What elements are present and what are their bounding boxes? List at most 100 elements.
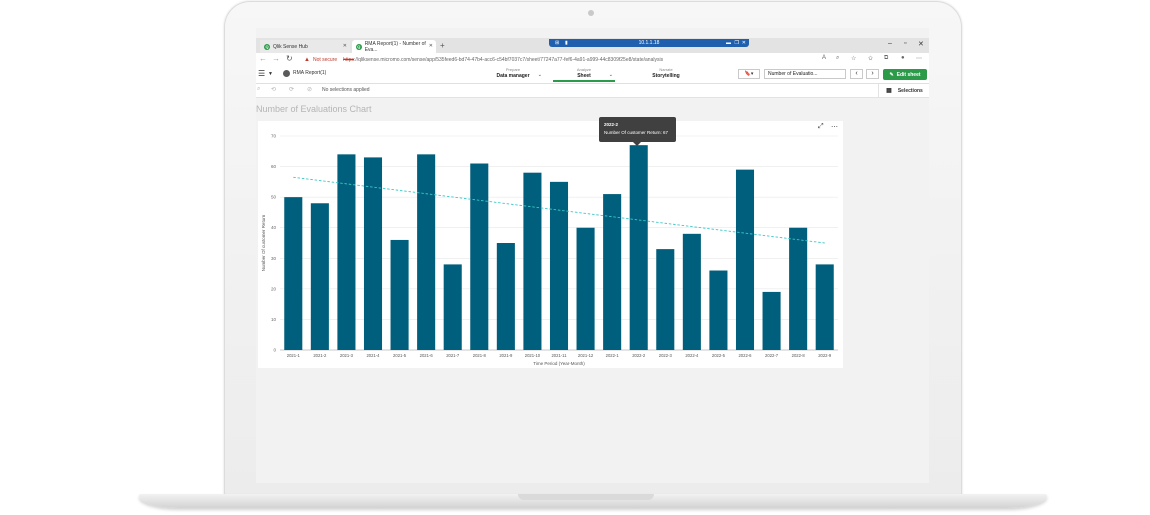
minimize-icon[interactable]: – bbox=[888, 40, 892, 47]
reload-icon[interactable]: ↻ bbox=[286, 54, 293, 63]
bar[interactable] bbox=[682, 233, 701, 350]
zoom-icon[interactable]: ⌕ bbox=[836, 55, 839, 62]
app-title: RMA Report(1) bbox=[293, 70, 327, 76]
bar[interactable] bbox=[496, 243, 515, 350]
qlik-toolbar: ☰ ▼ RMA Report(1) Prepare Data manager ⌄… bbox=[256, 66, 929, 84]
close-icon[interactable]: ✕ bbox=[742, 40, 746, 46]
y-tick-label: 20 bbox=[271, 286, 277, 291]
x-tick-label: 2021-2 bbox=[313, 353, 327, 358]
edit-sheet-label: Edit sheet bbox=[896, 71, 921, 78]
x-tick-label: 2021-6 bbox=[420, 353, 434, 358]
bar[interactable] bbox=[443, 264, 462, 350]
bar[interactable] bbox=[789, 227, 808, 350]
not-secure-label: Not secure bbox=[312, 56, 338, 63]
bookmark-button[interactable]: 🔖▾ bbox=[738, 69, 760, 79]
x-tick-label: 2021-7 bbox=[446, 353, 460, 358]
edit-sheet-button[interactable]: ✎ Edit sheet bbox=[883, 69, 927, 80]
maximize-icon[interactable]: ▫ bbox=[904, 40, 906, 47]
x-axis-title: Time Period (Year-Month) bbox=[533, 361, 585, 366]
restore-icon[interactable]: ❐ bbox=[735, 40, 739, 46]
x-tick-label: 2021-5 bbox=[393, 353, 407, 358]
favorites-icon[interactable]: ✩ bbox=[868, 55, 873, 62]
x-tick-label: 2021-9 bbox=[499, 353, 513, 358]
x-tick-label: 2021-10 bbox=[525, 353, 541, 358]
favorite-icon[interactable]: ☆ bbox=[851, 55, 856, 62]
x-tick-label: 2021-1 bbox=[287, 353, 301, 358]
sheet-select-label: Number of Evaluatio... bbox=[768, 71, 818, 77]
url-scheme: https bbox=[343, 56, 354, 63]
expand-icon[interactable]: ⤢ bbox=[818, 123, 824, 131]
tab-qlik-hub[interactable]: Q Qlik Sense Hub ✕ bbox=[260, 40, 350, 53]
more-options-icon[interactable]: ⋯ bbox=[831, 123, 838, 131]
x-tick-label: 2021-3 bbox=[340, 353, 354, 358]
close-icon[interactable]: ✕ bbox=[429, 43, 433, 49]
y-tick-label: 70 bbox=[271, 134, 277, 139]
remote-label: 10.1.1.18 bbox=[638, 40, 660, 46]
bar[interactable] bbox=[284, 197, 303, 350]
x-tick-label: 2022-5 bbox=[712, 353, 726, 358]
sheet-select[interactable]: Number of Evaluatio... bbox=[764, 69, 846, 79]
signal-icon: ▮ bbox=[565, 40, 568, 46]
chevron-down-icon[interactable]: ▼ bbox=[268, 71, 273, 77]
tab-label: Data manager bbox=[496, 73, 530, 79]
x-tick-label: 2022-3 bbox=[659, 353, 673, 358]
bar[interactable] bbox=[735, 169, 755, 350]
next-sheet-button[interactable]: › bbox=[866, 69, 879, 79]
back-icon[interactable]: ← bbox=[259, 54, 267, 63]
url-field[interactable]: ▲ Not secure https ://qliksense.micromo.… bbox=[304, 54, 784, 65]
bar-chart[interactable]: 0 10 20 30 40 50 60 70 2021-1 2021-2 2021-3 2021-4 2… bbox=[258, 121, 843, 368]
remote-session-bar: ⊞ ▮ 10.1.1.18 ▬ ❐ ✕ bbox=[549, 39, 749, 47]
x-tick-label: 2022-4 bbox=[685, 353, 699, 358]
bar[interactable] bbox=[815, 264, 834, 350]
x-tick-label: 2022-7 bbox=[765, 353, 779, 358]
x-tick-label: 2022-9 bbox=[818, 353, 832, 358]
x-tick-label: 2021-11 bbox=[551, 353, 567, 358]
y-tick-label: 40 bbox=[271, 225, 277, 230]
step-forward-icon[interactable]: ⟳ bbox=[289, 86, 294, 93]
profile-icon[interactable]: ● bbox=[901, 55, 905, 61]
bar[interactable] bbox=[656, 249, 675, 350]
close-icon[interactable]: ✕ bbox=[918, 40, 924, 48]
laptop-notch bbox=[518, 494, 654, 500]
tab-label: RMA Report(1) - Number of Eva... bbox=[364, 40, 426, 53]
chevron-down-icon[interactable]: ⌄ bbox=[609, 72, 613, 78]
read-aloud-icon[interactable]: A bbox=[822, 55, 826, 61]
clear-selections-icon[interactable]: ⊘ bbox=[307, 86, 312, 93]
close-icon[interactable]: ✕ bbox=[343, 43, 347, 49]
qlik-icon: Q bbox=[264, 43, 270, 50]
tab-rma-report[interactable]: Q RMA Report(1) - Number of Eva... ✕ bbox=[352, 40, 436, 53]
bar[interactable] bbox=[629, 145, 648, 350]
bar[interactable] bbox=[523, 172, 542, 350]
bar[interactable] bbox=[417, 154, 436, 350]
bar[interactable] bbox=[470, 163, 489, 350]
step-back-icon[interactable]: ⟲ bbox=[271, 86, 276, 93]
camera-dot bbox=[588, 10, 594, 16]
smart-search-icon[interactable]: ⌕ bbox=[257, 86, 260, 93]
more-icon[interactable]: ⋯ bbox=[916, 55, 922, 62]
bar[interactable] bbox=[709, 270, 728, 350]
tab-sheet[interactable]: Analyze Sheet ⌄ bbox=[553, 67, 615, 82]
chevron-down-icon[interactable]: ⌄ bbox=[538, 72, 542, 78]
bar[interactable] bbox=[762, 291, 781, 350]
bar[interactable] bbox=[390, 239, 409, 350]
url-path: ://qliksense.micromo.com/sense/app/535fe… bbox=[353, 56, 664, 63]
collections-icon[interactable]: ⧉ bbox=[884, 55, 888, 62]
bar[interactable] bbox=[310, 203, 329, 350]
bar[interactable] bbox=[549, 181, 569, 350]
laptop-screen: Q Qlik Sense Hub ✕ Q RMA Report(1) - Num… bbox=[256, 28, 929, 483]
y-axis-title: Number Of customer Return bbox=[261, 214, 266, 271]
tab-data-manager[interactable]: Prepare Data manager ⌄ bbox=[482, 67, 544, 82]
previous-sheet-button[interactable]: ‹ bbox=[850, 69, 863, 79]
menu-icon[interactable]: ☰ bbox=[258, 69, 265, 78]
pin-icon[interactable]: ⊞ bbox=[555, 40, 559, 46]
tooltip-line: Number Of customer Return: 67 bbox=[604, 130, 669, 135]
tab-storytelling[interactable]: Narrate Storytelling bbox=[635, 67, 697, 82]
x-tick-label: 2021-8 bbox=[473, 353, 487, 358]
new-tab-button[interactable]: + bbox=[440, 40, 445, 52]
selections-label: Selections bbox=[897, 87, 923, 94]
bar[interactable] bbox=[576, 227, 595, 350]
forward-icon[interactable]: → bbox=[272, 54, 280, 63]
minimize-icon[interactable]: ▬ bbox=[726, 40, 731, 46]
selections-button[interactable]: ▦ Selections bbox=[878, 84, 929, 97]
selections-bar: ⌕ ⟲ ⟳ ⊘ No selections applied ▦ Selectio… bbox=[256, 84, 929, 98]
